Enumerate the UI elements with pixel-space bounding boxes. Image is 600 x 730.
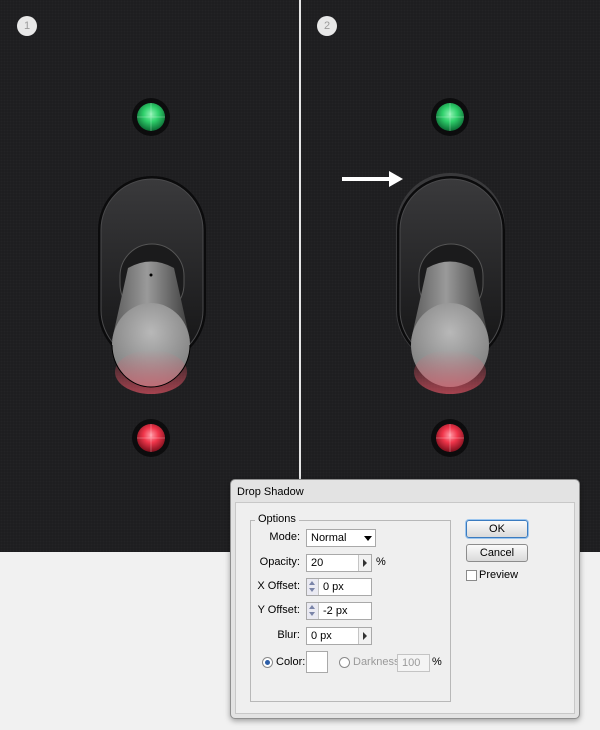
x-offset-input[interactable]: 0 px <box>306 578 372 596</box>
x-offset-value: 0 px <box>323 581 344 593</box>
darkness-label: Darkness: <box>353 656 403 668</box>
arrow-right-icon <box>342 171 403 187</box>
preview-label: Preview <box>479 569 519 581</box>
spinner-icon[interactable] <box>307 603 319 619</box>
y-offset-value: -2 px <box>323 605 348 617</box>
darkness-radio[interactable] <box>339 657 350 668</box>
ok-button[interactable]: OK <box>466 520 528 538</box>
opacity-label: Opacity: <box>259 556 300 568</box>
slider-popup-icon[interactable] <box>358 555 371 571</box>
drop-shadow-dialog: Drop Shadow Options Mode: Normal Opacity… <box>230 479 580 719</box>
dialog-body: Options Mode: Normal Opacity: 20 % X Off… <box>235 502 575 714</box>
toggle-switch-illustration <box>342 98 505 457</box>
opacity-unit: % <box>376 556 386 568</box>
y-offset-label: Y Offset: <box>257 604 300 616</box>
spinner-icon[interactable] <box>307 579 319 595</box>
slider-popup-icon[interactable] <box>358 628 371 644</box>
x-offset-label: X Offset: <box>257 580 300 592</box>
options-group: Options Mode: Normal Opacity: 20 % X Off… <box>250 513 451 702</box>
preview-checkbox[interactable] <box>466 570 477 581</box>
y-offset-input[interactable]: -2 px <box>306 602 372 620</box>
illustration-panel-step-1: 1 <box>0 0 299 552</box>
opacity-input[interactable]: 20 <box>306 554 372 572</box>
opacity-value: 20 <box>311 557 324 569</box>
illustration-panel-step-2: 2 <box>301 0 600 552</box>
mode-label: Mode: <box>269 531 300 543</box>
darkness-input[interactable]: 100 <box>397 654 430 672</box>
blur-input[interactable]: 0 px <box>306 627 372 645</box>
options-legend: Options <box>255 513 299 525</box>
cancel-button[interactable]: Cancel <box>466 544 528 562</box>
toggle-switch-illustration <box>98 98 206 457</box>
chevron-down-icon <box>364 536 372 541</box>
darkness-value: 100 <box>402 657 421 669</box>
color-label: Color: <box>276 656 306 668</box>
shadow-color-swatch[interactable] <box>306 651 328 673</box>
dialog-title: Drop Shadow <box>237 486 304 498</box>
blur-label: Blur: <box>277 629 300 641</box>
blur-value: 0 px <box>311 630 332 642</box>
color-radio[interactable] <box>262 657 273 668</box>
mode-select[interactable]: Normal <box>306 529 376 547</box>
darkness-unit: % <box>432 656 442 668</box>
mode-value: Normal <box>311 532 347 544</box>
